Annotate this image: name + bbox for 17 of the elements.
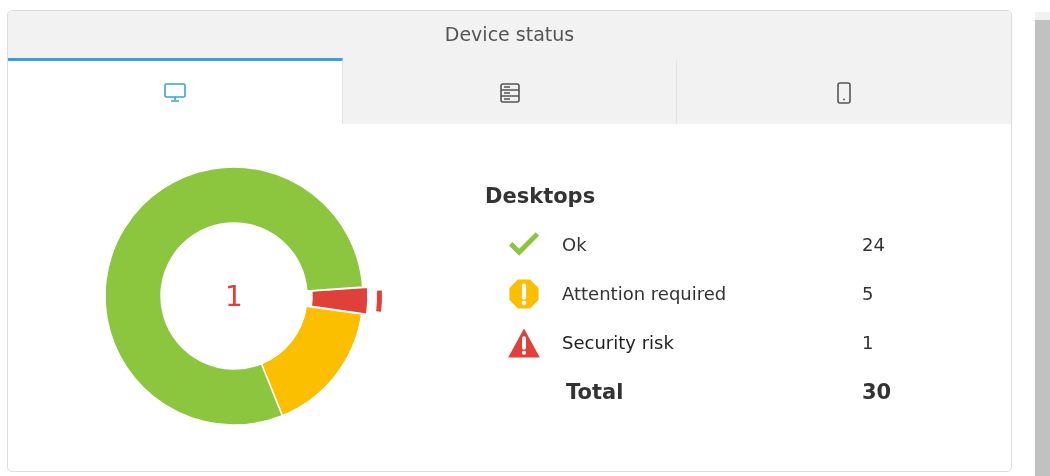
total-label: Total bbox=[566, 379, 625, 404]
donut-slice[interactable] bbox=[260, 305, 363, 417]
status-count: 5 bbox=[862, 283, 874, 304]
total-count: 30 bbox=[862, 379, 892, 404]
server-icon bbox=[497, 80, 522, 105]
status-count: 1 bbox=[862, 332, 874, 353]
status-label: Security risk bbox=[562, 332, 675, 353]
panel-title: Device status bbox=[8, 11, 1011, 58]
donut-slice[interactable] bbox=[310, 286, 382, 315]
status-label: Attention required bbox=[562, 283, 728, 304]
monitor-icon bbox=[162, 80, 187, 105]
tab[interactable] bbox=[8, 58, 343, 124]
status-label: Ok bbox=[562, 234, 588, 255]
legend-heading: Desktops bbox=[485, 184, 597, 208]
status-count: 24 bbox=[862, 234, 885, 255]
donut-slice[interactable] bbox=[106, 166, 364, 426]
donut-center-value: 1 bbox=[225, 280, 243, 313]
